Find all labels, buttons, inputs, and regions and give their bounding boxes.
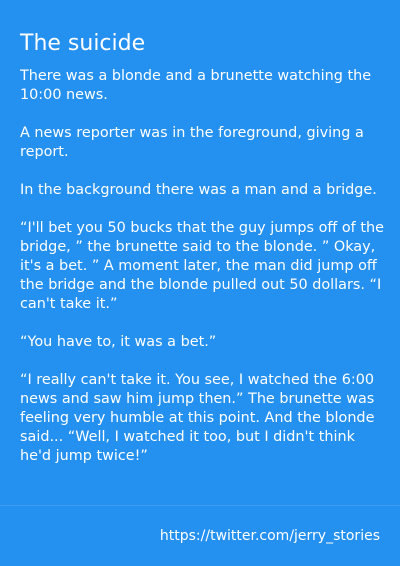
story-title: The suicide	[20, 31, 146, 56]
twitter-link[interactable]: https://twitter.com/jerry_stories	[160, 527, 380, 545]
story-card: The suicide There was a blonde and a bru…	[0, 0, 400, 566]
story-paragraph: “You have to, it was a bet.”	[20, 334, 217, 350]
story-paragraph: A news reporter was in the foreground, g…	[20, 125, 364, 160]
story-paragraph: “I'll bet you 50 bucks that the guy jump…	[20, 220, 384, 312]
story-body: There was a blonde and a brunette watchi…	[20, 67, 390, 466]
story-paragraph: “I really can't take it. You see, I watc…	[20, 372, 375, 464]
footer-divider	[0, 505, 400, 506]
story-paragraph: There was a blonde and a brunette watchi…	[20, 68, 372, 103]
story-paragraph: In the background there was a man and a …	[20, 182, 377, 198]
